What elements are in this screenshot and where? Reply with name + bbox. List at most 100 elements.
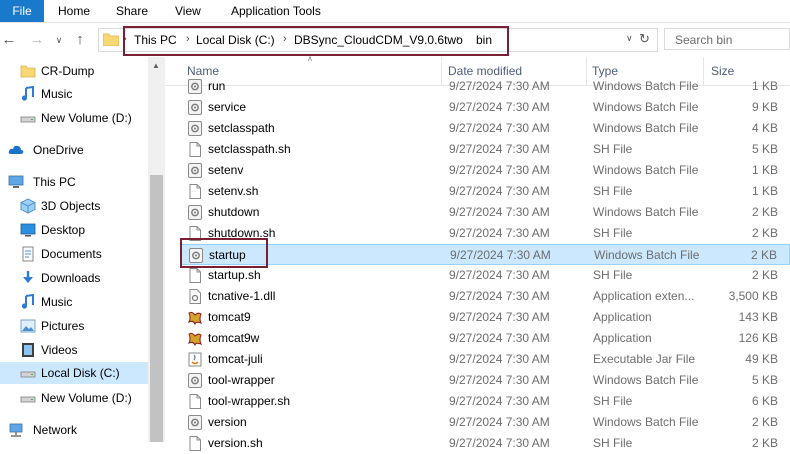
nav-item-cr-dump[interactable]: CR-Dump	[0, 60, 148, 82]
file-row[interactable]: shutdown.sh 9/27/2024 7:30 AM SH File 2 KB	[180, 223, 790, 244]
file-size: 1 KB	[751, 184, 778, 198]
file-type: Windows Batch File	[593, 79, 699, 93]
nav-item-label: Downloads	[41, 271, 101, 285]
ribbon-tabs: File Home Share View Application Tools	[0, 0, 790, 23]
file-row[interactable]: setenv.sh 9/27/2024 7:30 AM SH File 1 KB	[180, 181, 790, 202]
nav-item-3d-objects[interactable]: 3D Objects	[0, 195, 148, 217]
nav-item-pictures[interactable]: Pictures	[0, 315, 148, 337]
forward-arrow-icon[interactable]: →	[28, 31, 46, 49]
file-row[interactable]: service 9/27/2024 7:30 AM Windows Batch Fi…	[180, 97, 790, 118]
file-type: Windows Batch File	[593, 205, 699, 219]
file-row[interactable]: version 9/27/2024 7:30 AM Windows Batch Fi…	[180, 412, 790, 433]
scroll-up-arrow-icon[interactable]: ▲	[152, 61, 160, 70]
file-date-modified: 9/27/2024 7:30 AM	[449, 289, 550, 303]
document-icon	[189, 436, 201, 451]
batch-file-icon	[188, 163, 202, 178]
nav-item-label: Videos	[41, 343, 78, 357]
tab-file[interactable]: File	[0, 0, 44, 22]
file-type: Application	[593, 310, 652, 324]
nav-item-downloads[interactable]: Downloads	[0, 267, 148, 289]
file-date-modified: 9/27/2024 7:30 AM	[449, 121, 550, 135]
nav-scrollbar[interactable]: ▲	[148, 57, 165, 442]
file-row[interactable]: tool-wrapper.sh 9/27/2024 7:30 AM SH File 6…	[180, 391, 790, 412]
file-size: 2 KB	[750, 248, 777, 262]
nav-item-new-volume-d[interactable]: New Volume (D:)	[0, 107, 148, 129]
file-size: 3,500 KB	[728, 289, 778, 303]
tab-application-tools[interactable]: Application Tools	[231, 0, 321, 22]
desktop-icon	[20, 223, 36, 237]
nav-item-network[interactable]: Network	[0, 419, 148, 441]
file-name: shutdown	[208, 205, 260, 219]
refresh-icon[interactable]: ↻	[639, 31, 650, 47]
file-date-modified: 9/27/2024 7:30 AM	[449, 415, 550, 429]
file-row[interactable]: tomcat9w 9/27/2024 7:30 AM Application 126 …	[180, 328, 790, 349]
file-date-modified: 9/27/2024 7:30 AM	[450, 248, 551, 262]
file-row[interactable]: startup.sh 9/27/2024 7:30 AM SH File 2 KB	[180, 265, 790, 286]
address-dropdown-icon[interactable]: ∨	[626, 33, 633, 44]
file-size: 5 KB	[751, 142, 778, 156]
file-type: Application exten...	[593, 289, 695, 303]
file-type: SH File	[593, 226, 633, 240]
file-row[interactable]: setclasspath 9/27/2024 7:30 AM Windows Bat…	[180, 118, 790, 139]
file-date-modified: 9/27/2024 7:30 AM	[449, 331, 550, 345]
nav-item-music[interactable]: Music	[0, 83, 148, 105]
document-icon	[189, 184, 201, 199]
file-size: 2 KB	[751, 226, 778, 240]
file-type: Windows Batch File	[593, 415, 699, 429]
address-highlight-box	[123, 26, 509, 56]
file-type: Application	[593, 331, 652, 345]
cloud-icon	[8, 145, 24, 154]
file-row[interactable]: setclasspath.sh 9/27/2024 7:30 AM SH File 5…	[180, 139, 790, 160]
file-date-modified: 9/27/2024 7:30 AM	[449, 163, 550, 177]
network-icon	[9, 423, 23, 437]
file-date-modified: 9/27/2024 7:30 AM	[449, 226, 550, 240]
file-type: SH File	[593, 268, 633, 282]
nav-item-label: Desktop	[41, 223, 86, 237]
recent-dropdown-icon[interactable]: ∨	[50, 31, 68, 49]
file-type: SH File	[593, 436, 633, 450]
file-name: tomcat9w	[208, 331, 260, 345]
nav-item-new-volume-d-2[interactable]: New Volume (D:)	[0, 387, 148, 409]
up-arrow-icon[interactable]: ↑	[71, 31, 89, 49]
file-name: tomcat9	[208, 310, 251, 324]
file-row[interactable]: version.sh 9/27/2024 7:30 AM SH File 2 KB	[180, 433, 790, 454]
back-arrow-icon[interactable]: ←	[0, 31, 18, 49]
file-size: 2 KB	[751, 415, 778, 429]
file-row[interactable]: run 9/27/2024 7:30 AM Windows Batch File 1 …	[180, 76, 790, 97]
nav-item-label: Music	[41, 295, 73, 309]
file-row[interactable]: tomcat-juli 9/27/2024 7:30 AM Executable J…	[180, 349, 790, 370]
file-name: tool-wrapper.sh	[208, 394, 291, 408]
nav-item-music-2[interactable]: Music	[0, 291, 148, 313]
nav-item-label: New Volume (D:)	[41, 111, 132, 125]
file-row[interactable]: tcnative-1.dll 9/27/2024 7:30 AM Applicati…	[180, 286, 790, 307]
dll-file-icon	[189, 289, 201, 304]
tab-home[interactable]: Home	[58, 0, 90, 22]
search-input[interactable]: Search bin	[664, 28, 790, 50]
file-type: Executable Jar File	[593, 352, 696, 366]
nav-item-label: This PC	[33, 175, 76, 189]
file-size: 5 KB	[751, 373, 778, 387]
nav-item-this-pc[interactable]: This PC	[0, 171, 148, 193]
music-icon	[21, 86, 34, 101]
file-row[interactable]: tomcat9 9/27/2024 7:30 AM Application 143 K…	[180, 307, 790, 328]
file-name: run	[208, 79, 226, 93]
pc-icon	[8, 175, 24, 188]
tab-view[interactable]: View	[175, 0, 201, 22]
scrollbar-thumb[interactable]	[150, 175, 163, 442]
tomcat-icon	[188, 311, 202, 325]
nav-item-desktop[interactable]: Desktop	[0, 219, 148, 241]
file-row[interactable]: shutdown 9/27/2024 7:30 AM Windows Batch F…	[180, 202, 790, 223]
nav-item-local-disk-c[interactable]: Local Disk (C:)	[0, 362, 148, 384]
file-size: 49 KB	[745, 352, 778, 366]
tab-share[interactable]: Share	[116, 0, 148, 22]
file-date-modified: 9/27/2024 7:30 AM	[449, 79, 550, 93]
file-row[interactable]: tool-wrapper 9/27/2024 7:30 AM Windows Bat…	[180, 370, 790, 391]
nav-item-videos[interactable]: Videos	[0, 339, 148, 361]
file-row[interactable]: setenv 9/27/2024 7:30 AM Windows Batch Fil…	[180, 160, 790, 181]
file-type: SH File	[593, 142, 633, 156]
file-row[interactable]: startup 9/27/2024 7:30 AM Windows Batch Fi…	[180, 244, 790, 265]
nav-item-onedrive[interactable]: OneDrive	[0, 139, 148, 161]
nav-item-documents[interactable]: Documents	[0, 243, 148, 265]
file-date-modified: 9/27/2024 7:30 AM	[449, 436, 550, 450]
file-size: 2 KB	[751, 268, 778, 282]
